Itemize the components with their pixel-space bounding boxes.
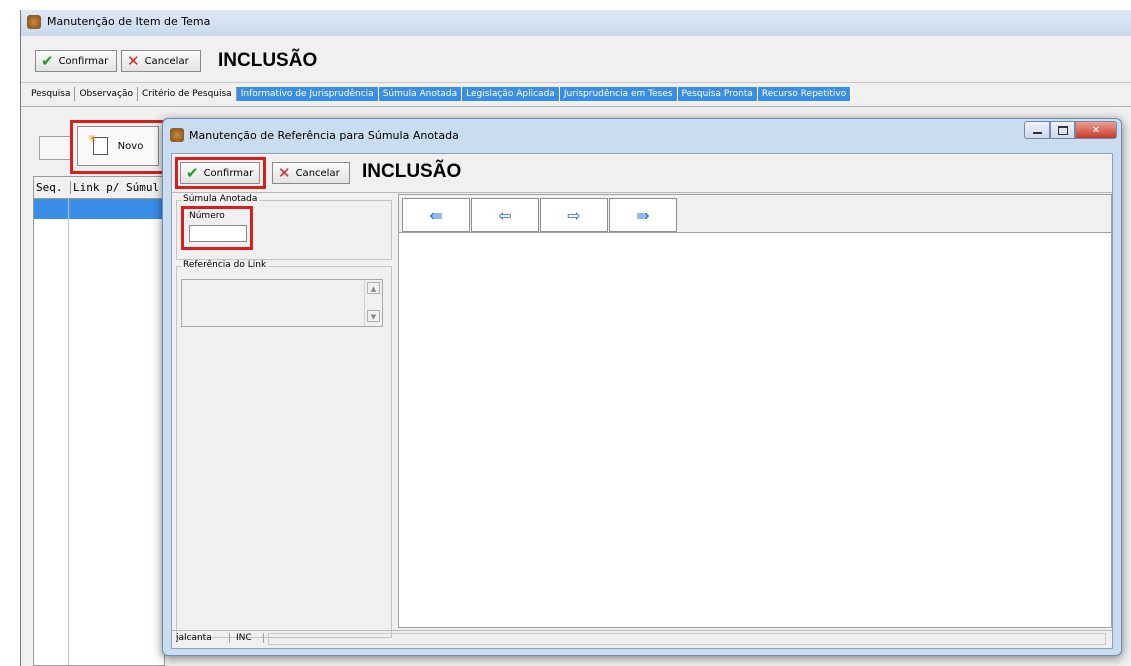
double-arrow-right-icon: ⇛	[636, 205, 650, 225]
arrow-right-icon: ⇨	[567, 205, 581, 225]
tab-jurisprudencia-em-teses[interactable]: Jurisprudência em Teses	[559, 87, 678, 101]
outer-titlebar: Manutenção de Item de Tema	[21, 10, 1131, 36]
minimize-icon	[1032, 132, 1042, 134]
status-user: jalcanta	[176, 633, 230, 643]
outer-tab-strip: Pesquisa Observação Critério de Pesquisa In…	[27, 87, 852, 101]
tab-informativo-de-jurisprudencia[interactable]: Informativo de Jurisprudência	[236, 87, 379, 101]
maximize-icon	[1057, 125, 1068, 135]
arrow-left-icon: ⇦	[498, 205, 512, 225]
tab-sumula-anotada[interactable]: Súmula Anotada	[378, 87, 463, 101]
grid-selected-row[interactable]	[34, 199, 164, 219]
outer-confirm-label: Confirmar	[58, 55, 109, 67]
group-referencia-link: Referência do Link ▲ ▼	[176, 260, 392, 638]
scroll-up-icon[interactable]: ▲	[367, 282, 380, 294]
check-icon: ✔	[41, 52, 54, 70]
status-mode: INC	[236, 633, 264, 643]
grid-header-row: Seq. Link p/ Súmul	[34, 177, 164, 199]
tab-legislacao-aplicada[interactable]: Legislação Aplicada	[462, 87, 560, 101]
tab-pesquisa[interactable]: Pesquisa	[27, 87, 76, 101]
next-record-button[interactable]: ⇨	[540, 198, 608, 232]
nav-buttons: ⇚ ⇦ ⇨ ⇛	[402, 198, 678, 232]
dialog-client: ✔ Confirmar ✕ Cancelar INCLUSÃO Súmula A…	[171, 153, 1113, 649]
dialog-window: Manutenção de Referência para Súmula Ano…	[162, 118, 1122, 656]
outer-cancel-label: Cancelar	[144, 55, 189, 67]
dialog-cancel-label: Cancelar	[295, 167, 340, 179]
dialog-app-icon	[170, 128, 184, 142]
link-panel: ⇚ ⇦ ⇨ ⇛	[398, 194, 1112, 628]
last-record-button[interactable]: ⇛	[609, 198, 677, 232]
app-icon	[27, 15, 41, 29]
close-icon: ✕	[1091, 124, 1101, 136]
status-message	[268, 633, 1106, 645]
tab-recurso-repetitivo[interactable]: Recurso Repetitivo	[757, 87, 852, 101]
group-referencia-label: Referência do Link	[181, 260, 269, 270]
cross-icon: ✕	[278, 164, 291, 182]
grid-column-divider	[68, 199, 69, 665]
grid-header-link[interactable]: Link p/ Súmul	[70, 181, 159, 194]
outer-confirm-button[interactable]: ✔ Confirmar	[35, 50, 117, 72]
outer-window-title: Manutenção de Item de Tema	[47, 15, 211, 28]
previous-record-button[interactable]: ⇦	[471, 198, 539, 232]
group-sumula-label: Súmula Anotada	[181, 194, 260, 204]
scroll-down-icon[interactable]: ▼	[367, 310, 380, 322]
new-button-highlight	[70, 120, 166, 174]
dialog-mode-title: INCLUSÃO	[362, 161, 462, 182]
cross-icon: ✕	[127, 52, 140, 70]
nav-bar: ⇚ ⇦ ⇨ ⇛	[399, 195, 1111, 233]
outer-cancel-button[interactable]: ✕ Cancelar	[121, 50, 201, 72]
tab-observacao[interactable]: Observação	[75, 87, 139, 101]
dialog-cancel-button[interactable]: ✕ Cancelar	[272, 162, 350, 184]
tab-criterio-de-pesquisa[interactable]: Critério de Pesquisa	[138, 87, 237, 101]
link-grid[interactable]: Seq. Link p/ Súmul	[33, 176, 165, 666]
outer-mode-title: INCLUSÃO	[218, 50, 318, 71]
grid-header-seq[interactable]: Seq.	[36, 181, 63, 194]
dialog-toolbar-divider	[172, 192, 1112, 193]
tab-pesquisa-pronta[interactable]: Pesquisa Pronta	[677, 87, 758, 101]
textarea-scrollbar[interactable]: ▲ ▼	[364, 280, 382, 326]
status-bar: jalcanta INC	[172, 630, 1112, 648]
dialog-confirm-highlight	[175, 157, 266, 189]
first-record-button[interactable]: ⇚	[402, 198, 470, 232]
close-button[interactable]: ✕	[1075, 121, 1117, 139]
dialog-title: Manutenção de Referência para Súmula Ano…	[189, 129, 459, 142]
record-indicator	[39, 136, 71, 160]
minimize-button[interactable]	[1024, 121, 1050, 139]
double-arrow-left-icon: ⇚	[429, 205, 443, 225]
numero-highlight	[181, 206, 253, 250]
referencia-textarea[interactable]: ▲ ▼	[181, 279, 383, 327]
maximize-button[interactable]	[1050, 121, 1075, 139]
toolbar-divider	[21, 82, 1131, 83]
